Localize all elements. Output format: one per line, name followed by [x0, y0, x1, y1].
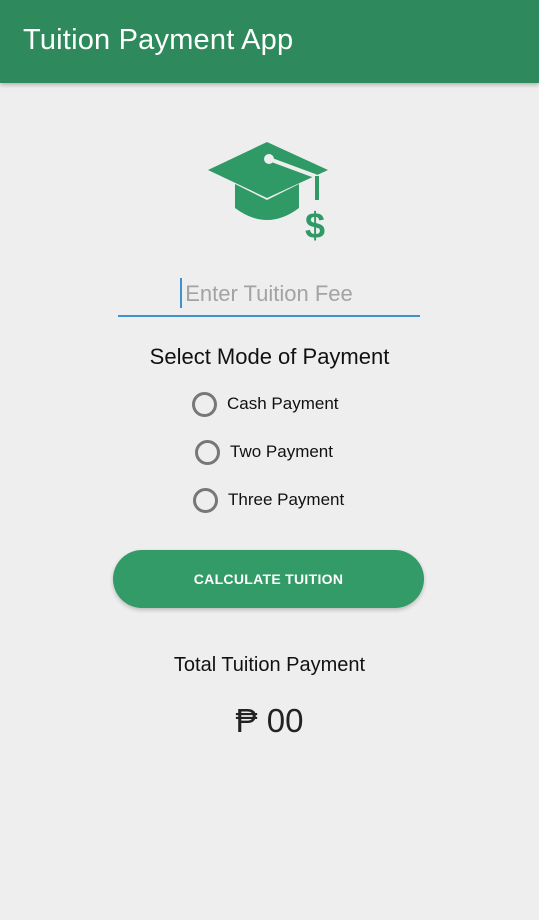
radio-label: Two Payment — [230, 442, 333, 461]
radio-button-icon[interactable] — [192, 391, 217, 417]
radio-label: Cash Payment — [227, 394, 339, 413]
total-payment-label: Total Tuition Payment — [173, 654, 366, 676]
total-payment-value: ₱ 00 — [235, 702, 304, 739]
tuition-fee-field[interactable] — [118, 272, 420, 317]
text-cursor — [180, 278, 182, 308]
radio-three-payment[interactable]: Three Payment — [193, 484, 344, 516]
calculate-tuition-button[interactable]: CALCULATE TUITION — [113, 550, 424, 608]
graduation-cap-dollar-icon: $ — [208, 142, 328, 246]
svg-text:$: $ — [305, 205, 325, 246]
radio-cash-payment[interactable]: Cash Payment — [192, 388, 339, 420]
tuition-fee-input[interactable] — [118, 272, 420, 315]
radio-label: Three Payment — [228, 490, 345, 509]
radio-button-icon[interactable] — [195, 439, 220, 465]
radio-two-payment[interactable]: Two Payment — [195, 436, 333, 468]
app-bar: Tuition Payment App — [0, 0, 539, 83]
radio-button-icon[interactable] — [193, 487, 218, 513]
app-title: Tuition Payment App — [23, 24, 294, 56]
payment-mode-title: Select Mode of Payment — [149, 344, 390, 369]
